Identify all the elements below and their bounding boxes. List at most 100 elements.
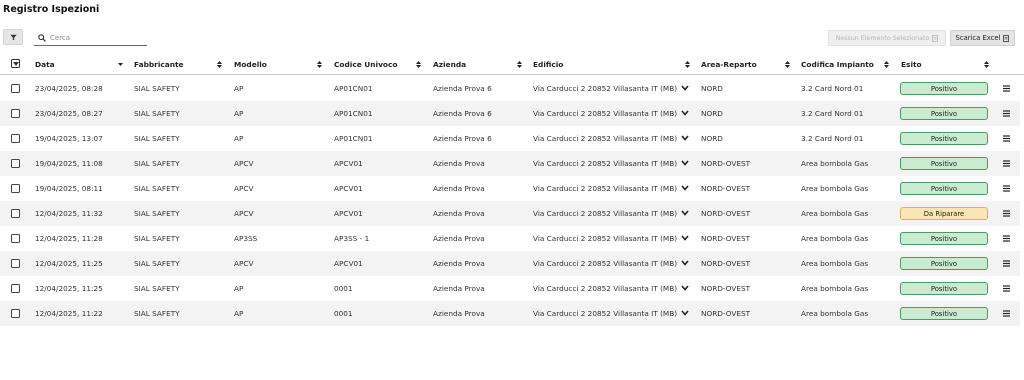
search-input[interactable] bbox=[50, 33, 145, 42]
hamburger-menu-icon[interactable] bbox=[1003, 210, 1010, 217]
hamburger-menu-icon[interactable] bbox=[1003, 285, 1010, 292]
cell-area: NORD bbox=[701, 109, 723, 118]
cell-area: NORD-OVEST bbox=[701, 209, 751, 218]
row-checkbox[interactable] bbox=[11, 284, 20, 293]
cell-codifica: 3.2 Card Nord 01 bbox=[801, 84, 864, 93]
table-row[interactable]: 12/04/2025, 11:22 SIAL SAFETY AP 0001 Aziend… bbox=[0, 301, 1020, 326]
cell-modello: APCV bbox=[234, 209, 254, 218]
sort-icon[interactable] bbox=[118, 61, 123, 68]
row-checkbox[interactable] bbox=[11, 209, 20, 218]
status-badge: Da Riparare bbox=[900, 207, 988, 220]
chevron-down-icon[interactable] bbox=[681, 310, 689, 316]
column-header-codifica[interactable]: Codifica Impianto bbox=[801, 53, 874, 75]
filter-icon bbox=[9, 34, 17, 40]
table-row[interactable]: 12/04/2025, 11:25 SIAL SAFETY AP 0001 Aziend… bbox=[0, 276, 1020, 301]
chevron-down-icon[interactable] bbox=[681, 135, 689, 141]
hamburger-menu-icon[interactable] bbox=[1003, 110, 1010, 117]
status-badge: Positivo bbox=[900, 232, 988, 245]
filter-button[interactable] bbox=[3, 29, 23, 45]
sort-icon[interactable] bbox=[884, 61, 889, 68]
sort-icon[interactable] bbox=[785, 61, 790, 68]
row-checkbox[interactable] bbox=[11, 234, 20, 243]
cell-codifica: Area bombola Gas bbox=[801, 234, 869, 243]
row-checkbox[interactable] bbox=[11, 184, 20, 193]
cell-codifica: Area bombola Gas bbox=[801, 259, 869, 268]
cell-edificio: Via Carducci 2 20852 Villasanta IT (MB) bbox=[533, 284, 678, 293]
sort-icon[interactable] bbox=[685, 61, 690, 68]
cell-area: NORD-OVEST bbox=[701, 234, 751, 243]
cell-codice: AP01CN01 bbox=[334, 109, 373, 118]
hamburger-menu-icon[interactable] bbox=[1003, 160, 1010, 167]
cell-edificio: Via Carducci 2 20852 Villasanta IT (MB) bbox=[533, 309, 678, 318]
hamburger-menu-icon[interactable] bbox=[1003, 185, 1010, 192]
hamburger-menu-icon[interactable] bbox=[1003, 235, 1010, 242]
cell-data: 19/04/2025, 08:11 bbox=[35, 184, 103, 193]
table-row[interactable]: 12/04/2025, 11:32 SIAL SAFETY APCV APCV01 Az… bbox=[0, 201, 1020, 226]
table-row[interactable]: 12/04/2025, 11:28 SIAL SAFETY AP3SS AP3SS -… bbox=[0, 226, 1020, 251]
row-checkbox[interactable] bbox=[11, 309, 20, 318]
sort-icon[interactable] bbox=[416, 61, 421, 68]
row-checkbox[interactable] bbox=[11, 259, 20, 268]
row-checkbox[interactable] bbox=[11, 109, 20, 118]
sort-icon[interactable] bbox=[317, 61, 322, 68]
chevron-down-icon[interactable] bbox=[681, 85, 689, 91]
table-row[interactable]: 19/04/2025, 08:11 SIAL SAFETY APCV APCV01 Az… bbox=[0, 176, 1020, 201]
chevron-down-icon[interactable] bbox=[681, 210, 689, 216]
cell-codifica: 3.2 Card Nord 01 bbox=[801, 109, 864, 118]
cell-codice: APCV01 bbox=[334, 259, 363, 268]
cell-data: 19/04/2025, 11:08 bbox=[35, 159, 103, 168]
hamburger-menu-icon[interactable] bbox=[1003, 310, 1010, 317]
table-row[interactable]: 19/04/2025, 11:08 SIAL SAFETY APCV APCV01 Az… bbox=[0, 151, 1020, 176]
cell-azienda: Azienda Prova bbox=[433, 284, 485, 293]
chevron-down-icon[interactable] bbox=[681, 110, 689, 116]
chevron-down-icon[interactable] bbox=[681, 260, 689, 266]
row-checkbox[interactable] bbox=[11, 159, 20, 168]
row-checkbox[interactable] bbox=[11, 84, 20, 93]
cell-data: 23/04/2025, 08:28 bbox=[35, 84, 103, 93]
chevron-down-icon[interactable] bbox=[681, 160, 689, 166]
cell-codifica: Area bombola Gas bbox=[801, 309, 869, 318]
cell-codifica: Area bombola Gas bbox=[801, 184, 869, 193]
cell-area: NORD-OVEST bbox=[701, 259, 751, 268]
column-header-data[interactable]: Data bbox=[35, 53, 55, 75]
table-row[interactable]: 19/04/2025, 13:07 SIAL SAFETY AP AP01CN01 Az… bbox=[0, 126, 1020, 151]
table-row[interactable]: 23/04/2025, 08:28 SIAL SAFETY AP AP01CN01 Az… bbox=[0, 76, 1020, 101]
hamburger-menu-icon[interactable] bbox=[1003, 260, 1010, 267]
chevron-down-icon[interactable] bbox=[681, 185, 689, 191]
column-header-area[interactable]: Area-Reparto bbox=[701, 53, 757, 75]
download-excel-button[interactable]: Scarica Excel bbox=[950, 30, 1015, 46]
cell-modello: AP bbox=[234, 84, 244, 93]
column-header-modello[interactable]: Modello bbox=[234, 53, 267, 75]
cell-data: 12/04/2025, 11:25 bbox=[35, 259, 103, 268]
table-row[interactable]: 12/04/2025, 11:25 SIAL SAFETY APCV APCV01 Az… bbox=[0, 251, 1020, 276]
cell-edificio: Via Carducci 2 20852 Villasanta IT (MB) bbox=[533, 134, 678, 143]
no-selection-button[interactable]: Nessun Elemento Selezionato bbox=[828, 30, 946, 46]
cell-modello: AP bbox=[234, 109, 244, 118]
cell-edificio: Via Carducci 2 20852 Villasanta IT (MB) bbox=[533, 184, 678, 193]
cell-azienda: Azienda Prova 6 bbox=[433, 84, 492, 93]
sort-icon[interactable] bbox=[517, 61, 522, 68]
search-field[interactable] bbox=[34, 30, 147, 46]
cell-codice: 0001 bbox=[334, 284, 353, 293]
column-header-azienda[interactable]: Azienda bbox=[433, 53, 466, 75]
cell-area: NORD bbox=[701, 134, 723, 143]
chevron-down-icon[interactable] bbox=[681, 235, 689, 241]
chevron-down-icon[interactable] bbox=[681, 285, 689, 291]
sort-icon[interactable] bbox=[984, 61, 989, 68]
column-header-esito[interactable]: Esito bbox=[901, 53, 922, 75]
cell-fabbricante: SIAL SAFETY bbox=[134, 209, 180, 218]
status-badge: Positivo bbox=[900, 282, 988, 295]
column-header-codice[interactable]: Codice Univoco bbox=[334, 53, 397, 75]
row-checkbox[interactable] bbox=[11, 134, 20, 143]
cell-fabbricante: SIAL SAFETY bbox=[134, 84, 180, 93]
column-header-edificio[interactable]: Edificio bbox=[533, 53, 563, 75]
hamburger-menu-icon[interactable] bbox=[1003, 85, 1010, 92]
column-header-fabbricante[interactable]: Fabbricante bbox=[134, 53, 184, 75]
cell-modello: APCV bbox=[234, 184, 254, 193]
table-row[interactable]: 23/04/2025, 08:27 SIAL SAFETY AP AP01CN01 Az… bbox=[0, 101, 1020, 126]
status-badge: Positivo bbox=[900, 307, 988, 320]
cell-data: 12/04/2025, 11:28 bbox=[35, 234, 103, 243]
select-all-checkbox[interactable] bbox=[11, 59, 20, 68]
hamburger-menu-icon[interactable] bbox=[1003, 135, 1010, 142]
sort-icon[interactable] bbox=[217, 61, 222, 68]
